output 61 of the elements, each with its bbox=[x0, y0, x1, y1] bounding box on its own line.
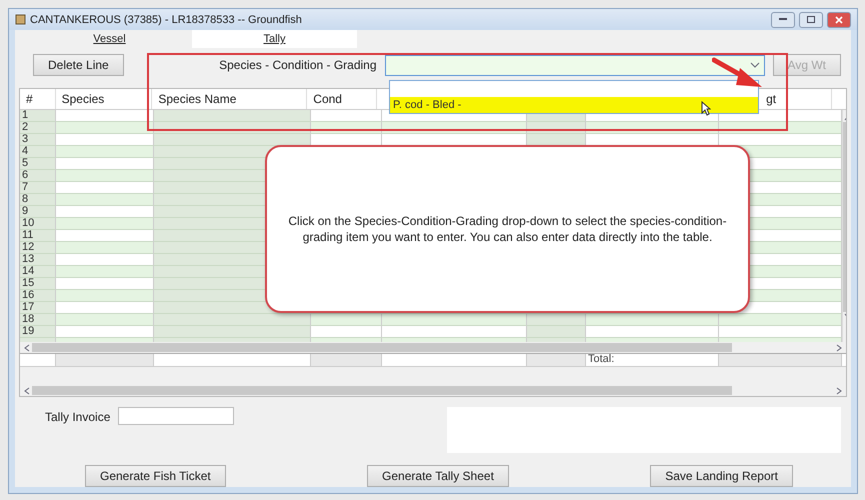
horizontal-scrollbar[interactable] bbox=[20, 342, 846, 353]
total-label: Total: bbox=[586, 354, 719, 366]
tab[interactable]: Vessel bbox=[27, 30, 192, 48]
tab[interactable]: Tally bbox=[192, 30, 357, 48]
app-icon bbox=[15, 14, 26, 25]
close-icon bbox=[835, 16, 843, 24]
row-number: 19 bbox=[20, 326, 56, 338]
table-cell bbox=[527, 134, 586, 146]
row-number: 13 bbox=[20, 254, 56, 266]
minimize-button[interactable] bbox=[771, 12, 795, 28]
row-number: 9 bbox=[20, 206, 56, 218]
horizontal-scrollbar[interactable] bbox=[20, 385, 846, 396]
table-cell bbox=[311, 314, 382, 326]
row-number: 8 bbox=[20, 194, 56, 206]
minimize-icon bbox=[779, 18, 787, 21]
action-button[interactable]: Generate Fish Ticket bbox=[85, 465, 226, 487]
table-cell bbox=[311, 326, 382, 338]
scroll-thumb[interactable] bbox=[32, 343, 732, 352]
dropdown-option[interactable]: P. cod - Bled - bbox=[390, 97, 758, 113]
tally-invoice-label: Tally Invoice bbox=[45, 410, 110, 424]
row-number: 5 bbox=[20, 158, 56, 170]
table-cell bbox=[311, 354, 382, 366]
row-number: 1 bbox=[20, 110, 56, 122]
column-header: Cond bbox=[307, 89, 378, 109]
row-number: 3 bbox=[20, 134, 56, 146]
delete-line-button[interactable]: Delete Line bbox=[33, 54, 124, 76]
row-number: 6 bbox=[20, 170, 56, 182]
species-combo-box[interactable] bbox=[384, 54, 765, 76]
row-number: 15 bbox=[20, 278, 56, 290]
window-title: CANTANKEROUS (37385) - LR18378533 -- Groundfish bbox=[30, 14, 303, 26]
column-header: Species bbox=[56, 89, 152, 109]
row-number: 7 bbox=[20, 182, 56, 194]
action-button[interactable]: Generate Tally Sheet bbox=[367, 465, 509, 487]
row-number: 10 bbox=[20, 218, 56, 230]
scroll-right-icon[interactable] bbox=[836, 386, 842, 394]
table-cell bbox=[527, 314, 586, 326]
chevron-down-icon bbox=[750, 62, 760, 68]
row-number: 12 bbox=[20, 242, 56, 254]
row-number: 16 bbox=[20, 290, 56, 302]
scroll-right-icon[interactable] bbox=[836, 344, 842, 352]
combo-label: Species - Condition - Grading bbox=[219, 58, 377, 72]
row-number: 11 bbox=[20, 230, 56, 242]
table-cell bbox=[527, 354, 586, 366]
table-cell bbox=[527, 326, 586, 338]
row-number: 17 bbox=[20, 302, 56, 314]
maximize-icon bbox=[807, 16, 815, 23]
column-header: # bbox=[20, 89, 56, 109]
arrow-drawing bbox=[712, 56, 764, 90]
row-number: 4 bbox=[20, 146, 56, 158]
column-header: Species Name bbox=[152, 89, 308, 109]
callout-text: Click on the Species-Condition-Grading drop-down to select the species-condition-grading item you want to enter. You can also enter data directly into the table. bbox=[287, 213, 728, 245]
row-number: 18 bbox=[20, 314, 56, 326]
row-number: 14 bbox=[20, 266, 56, 278]
action-button[interactable]: Save Landing Report bbox=[650, 465, 793, 487]
scroll-left-icon[interactable] bbox=[24, 386, 30, 394]
scroll-thumb[interactable] bbox=[32, 386, 732, 395]
close-button[interactable] bbox=[827, 12, 851, 28]
scroll-left-icon[interactable] bbox=[24, 344, 30, 352]
maximize-button[interactable] bbox=[799, 12, 823, 28]
tally-invoice-field[interactable] bbox=[118, 407, 234, 425]
row-number: 2 bbox=[20, 122, 56, 134]
